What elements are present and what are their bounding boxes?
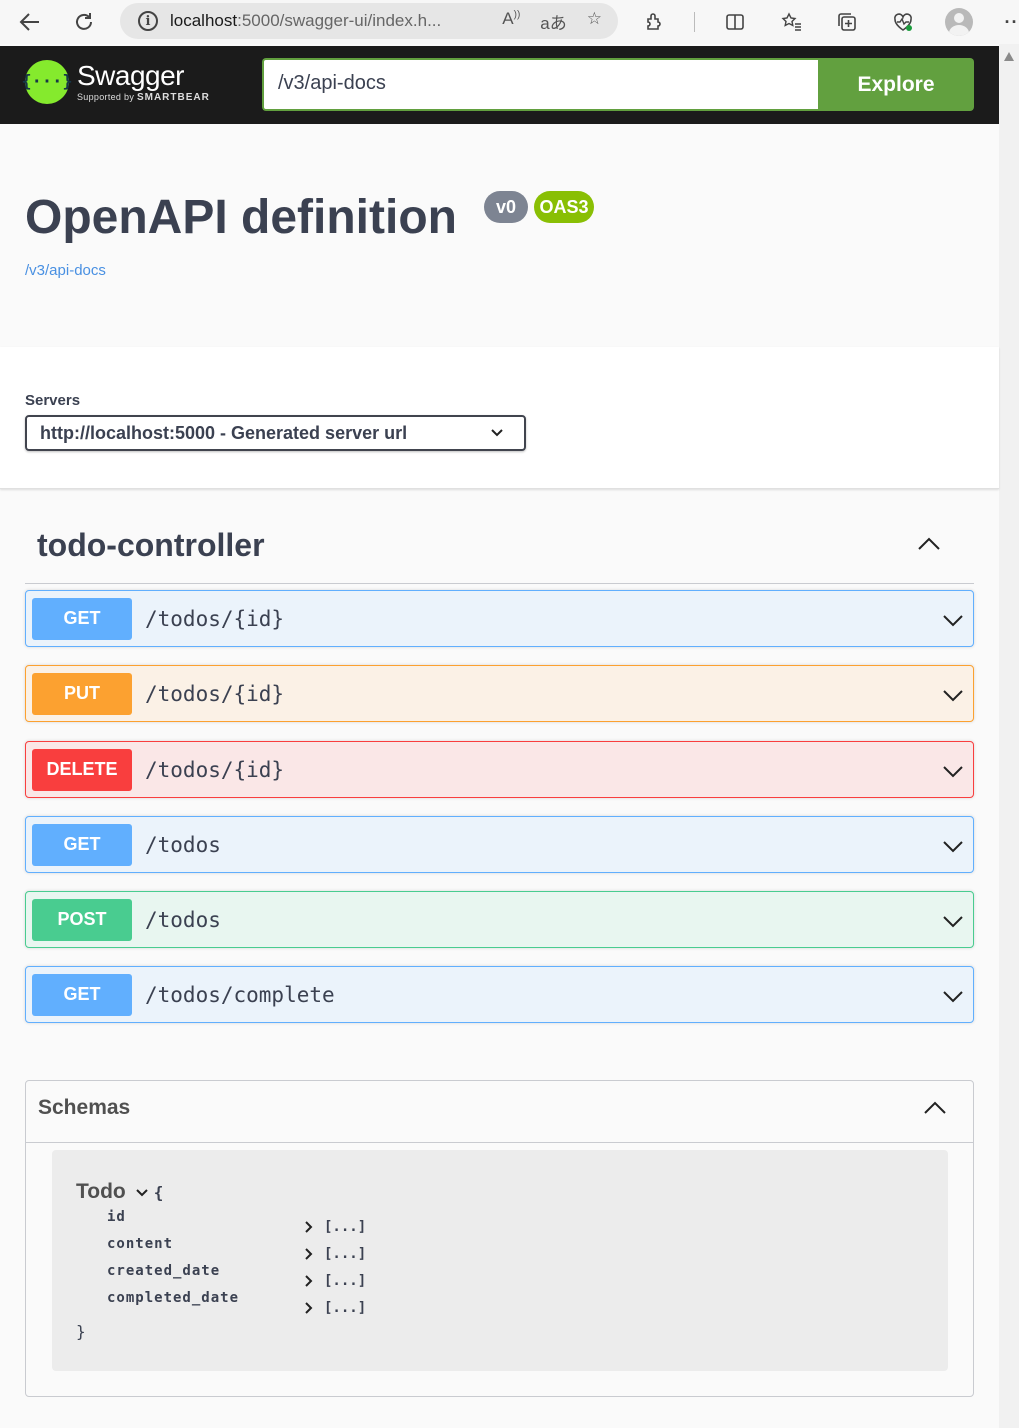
- model-todo: Todo { id [...] content [...] created_da…: [52, 1150, 948, 1371]
- read-aloud-icon[interactable]: A)): [502, 9, 520, 34]
- operation-path: /todos: [145, 832, 221, 857]
- oas-badge: OAS3: [534, 191, 594, 223]
- chevron-down-icon[interactable]: [136, 1186, 148, 1198]
- operation-get-todos-complete[interactable]: GET /todos/complete: [25, 966, 974, 1023]
- model-name[interactable]: Todo {: [76, 1180, 163, 1204]
- model-name-label: Todo: [76, 1180, 126, 1203]
- extensions-icon[interactable]: [638, 6, 670, 38]
- property-value-text: [...]: [324, 1246, 367, 1262]
- explore-button[interactable]: Explore: [818, 58, 974, 111]
- operation-get-todos[interactable]: GET /todos: [25, 816, 974, 873]
- profile-button[interactable]: [943, 6, 975, 38]
- property-name: id: [107, 1209, 126, 1225]
- tag-title[interactable]: todo-controller: [37, 527, 265, 564]
- operation-path: /todos/complete: [145, 982, 335, 1007]
- chevron-down-icon[interactable]: [941, 683, 965, 707]
- operation-path: /todos: [145, 907, 221, 932]
- favorite-star-icon[interactable]: ☆: [587, 9, 602, 34]
- property-value[interactable]: [...]: [304, 1246, 366, 1262]
- spec-url-input[interactable]: /v3/api-docs: [262, 58, 818, 111]
- back-button[interactable]: [10, 2, 50, 42]
- chevron-down-icon: [491, 429, 503, 437]
- close-brace: }: [76, 1322, 86, 1341]
- method-badge: DELETE: [32, 748, 132, 791]
- operation-get-todo-by-id[interactable]: GET /todos/{id}: [25, 590, 974, 647]
- tag-divider: [25, 583, 974, 584]
- url-path: :5000/swagger-ui/index.h...: [237, 11, 442, 30]
- chevron-right-icon[interactable]: [304, 1221, 314, 1233]
- operation-path: /todos/{id}: [145, 757, 285, 782]
- property-name: content: [107, 1236, 174, 1252]
- method-badge: POST: [32, 898, 132, 941]
- property-value-text: [...]: [324, 1219, 367, 1235]
- operation-put-todo[interactable]: PUT /todos/{id}: [25, 665, 974, 722]
- translate-icon[interactable]: aあ: [540, 9, 566, 34]
- back-arrow-icon: [19, 13, 39, 31]
- property-name: completed_date: [107, 1290, 240, 1306]
- chevron-right-icon[interactable]: [304, 1248, 314, 1260]
- property-value[interactable]: [...]: [304, 1219, 366, 1235]
- browser-essentials-icon[interactable]: [887, 6, 919, 38]
- split-screen-icon[interactable]: [719, 6, 751, 38]
- swagger-topbar: {···} Swagger Supported by SMARTBEAR /v3…: [0, 46, 999, 124]
- reload-button[interactable]: [64, 2, 104, 42]
- logo-sub-brand: SMARTBEAR: [136, 91, 210, 103]
- favorites-list-icon[interactable]: [775, 6, 807, 38]
- property-name: created_date: [107, 1263, 221, 1279]
- page-title: OpenAPI definition: [25, 191, 457, 244]
- schemas-section: Schemas Todo { id [...] content [...] cr…: [25, 1080, 974, 1397]
- read-aloud-glyph: A: [502, 8, 514, 28]
- method-badge: GET: [32, 973, 132, 1016]
- toolbar-divider: [694, 12, 695, 32]
- chevron-up-icon[interactable]: [917, 536, 941, 552]
- property-value[interactable]: [...]: [304, 1273, 366, 1289]
- chevron-down-icon[interactable]: [941, 909, 965, 933]
- property-value[interactable]: [...]: [304, 1300, 366, 1316]
- address-bar[interactable]: i localhost:5000/swagger-ui/index.h... A…: [120, 3, 618, 39]
- scrollbar[interactable]: [999, 44, 1019, 1428]
- chevron-down-icon[interactable]: [941, 759, 965, 783]
- reload-icon: [76, 13, 92, 30]
- swagger-logo-sub: Supported by SMARTBEAR: [77, 92, 210, 103]
- property-value-text: [...]: [324, 1300, 367, 1316]
- chevron-right-icon[interactable]: [304, 1275, 314, 1287]
- swagger-logo[interactable]: {···} Swagger Supported by SMARTBEAR: [21, 59, 210, 104]
- operation-delete-todo[interactable]: DELETE /todos/{id}: [25, 741, 974, 798]
- site-info-icon[interactable]: i: [138, 11, 158, 31]
- version-badge: v0: [484, 191, 528, 223]
- open-brace: {: [153, 1182, 164, 1202]
- logo-sub-prefix: Supported by: [77, 91, 135, 102]
- collections-icon[interactable]: [831, 6, 863, 38]
- chevron-down-icon[interactable]: [941, 984, 965, 1008]
- servers-selected-value: http://localhost:5000 - Generated server…: [40, 422, 408, 443]
- chevron-down-icon[interactable]: [941, 608, 965, 632]
- operation-post-todos[interactable]: POST /todos: [25, 891, 974, 948]
- chevron-up-icon[interactable]: [923, 1100, 947, 1116]
- servers-select[interactable]: http://localhost:5000 - Generated server…: [25, 415, 526, 451]
- method-badge: GET: [32, 597, 132, 640]
- operation-path: /todos/{id}: [145, 681, 285, 706]
- avatar: [945, 8, 973, 36]
- servers-label: Servers: [25, 392, 81, 409]
- chevron-down-icon[interactable]: [941, 834, 965, 858]
- chevron-right-icon[interactable]: [304, 1302, 314, 1314]
- servers-section: Servers http://localhost:5000 - Generate…: [0, 347, 999, 489]
- operation-path: /todos/{id}: [145, 606, 285, 631]
- browser-toolbar: i localhost:5000/swagger-ui/index.h... A…: [0, 0, 1019, 44]
- swagger-logo-icon: {···}: [21, 60, 73, 104]
- schemas-title[interactable]: Schemas: [38, 1096, 130, 1120]
- url-host: localhost: [170, 11, 238, 30]
- schemas-divider: [26, 1142, 973, 1143]
- more-menu-icon[interactable]: ···: [999, 6, 1019, 38]
- property-value-text: [...]: [324, 1273, 367, 1289]
- spec-link[interactable]: /v3/api-docs: [25, 262, 106, 279]
- scroll-up-icon[interactable]: [1004, 52, 1014, 61]
- method-badge: PUT: [32, 672, 132, 715]
- method-badge: GET: [32, 823, 132, 866]
- swagger-logo-name: Swagger: [77, 59, 185, 91]
